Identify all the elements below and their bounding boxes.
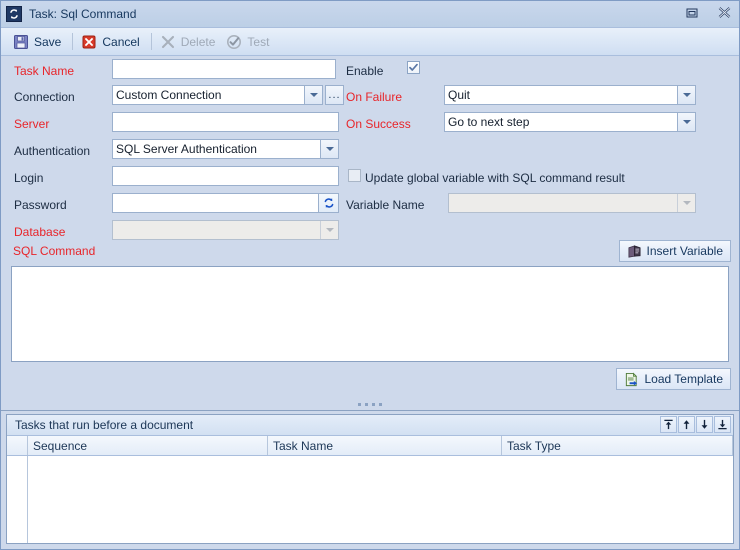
authentication-value: SQL Server Authentication (116, 142, 257, 156)
pre-document-tasks-grid: Tasks that run before a document Sequenc… (6, 414, 734, 544)
load-template-button[interactable]: Load Template (616, 368, 731, 390)
grid-header-row: Sequence Task Name Task Type (7, 436, 733, 456)
move-to-top-button[interactable] (660, 416, 677, 433)
sync-arrows-icon (6, 6, 22, 22)
dialog-body: Task Name Connection Custom Connection .… (1, 56, 739, 549)
connection-browse-button[interactable]: ... (325, 85, 344, 105)
toolbar-separator (150, 33, 152, 50)
update-global-variable-label: Update global variable with SQL command … (365, 171, 625, 185)
chevron-down-icon[interactable] (677, 86, 695, 104)
insert-variable-button[interactable]: Insert Variable (618, 240, 731, 262)
variable-name-combo[interactable] (448, 193, 696, 213)
test-button: Test (222, 31, 276, 52)
splitter-dot (365, 402, 368, 406)
on-failure-label: On Failure (346, 90, 403, 104)
delete-button: Delete (156, 31, 223, 52)
enable-label: Enable (346, 64, 384, 78)
splitter-dot (372, 402, 375, 406)
move-up-button[interactable] (678, 416, 695, 433)
title-bar: Task: Sql Command (1, 1, 739, 27)
load-template-icon (626, 372, 638, 386)
check-icon (409, 63, 418, 71)
move-down-button[interactable] (696, 416, 713, 433)
floppy-disk-icon (14, 34, 28, 49)
toolbar: Save Cancel Delete Test (1, 27, 739, 56)
refresh-icon[interactable] (318, 194, 338, 212)
login-label: Login (14, 171, 44, 185)
server-label: Server (14, 117, 50, 131)
enable-checkbox[interactable] (407, 61, 420, 74)
task-name-field[interactable] (113, 60, 335, 78)
connection-label: Connection (14, 90, 75, 104)
on-success-combo[interactable]: Go to next step (444, 112, 696, 132)
chevron-down-icon[interactable] (677, 194, 695, 212)
on-failure-combo[interactable]: Quit (444, 85, 696, 105)
close-icon[interactable] (715, 4, 733, 21)
password-input[interactable] (112, 193, 339, 213)
splitter-handle[interactable] (1, 398, 739, 411)
grid-row-gutter (7, 456, 28, 543)
column-header-task-name[interactable]: Task Name (268, 436, 502, 455)
on-success-value: Go to next step (448, 115, 530, 129)
test-label: Test (247, 34, 270, 49)
authentication-combo[interactable]: SQL Server Authentication (112, 139, 339, 159)
insert-variable-label: Insert Variable (646, 244, 723, 258)
window-title: Task: Sql Command (29, 7, 137, 21)
sql-command-textarea[interactable] (11, 266, 729, 362)
task-name-label: Task Name (14, 64, 75, 78)
delete-label: Delete (180, 34, 216, 49)
grid-order-tools (660, 416, 731, 433)
red-x-icon (82, 35, 96, 48)
restore-button[interactable] (683, 4, 701, 21)
window-controls (683, 4, 733, 21)
grid-title-label: Tasks that run before a document (15, 418, 194, 432)
sql-command-area (1, 266, 739, 362)
toolbar-separator (72, 33, 74, 50)
connection-value: Custom Connection (116, 88, 222, 102)
grid-corner-cell (7, 436, 28, 455)
variable-name-value (449, 194, 677, 212)
on-failure-value: Quit (448, 88, 471, 102)
grid-title-bar: Tasks that run before a document (7, 415, 733, 436)
login-input[interactable] (112, 166, 339, 186)
grid-body[interactable] (7, 456, 733, 543)
cancel-button[interactable]: Cancel (77, 31, 146, 52)
login-field[interactable] (113, 167, 338, 185)
variable-name-label: Variable Name (346, 198, 425, 212)
save-label: Save (34, 34, 62, 49)
task-dialog-window: Task: Sql Command Save Cancel Delete Tes… (0, 0, 740, 550)
splitter-dot (379, 402, 382, 406)
template-area: Load Template (1, 362, 739, 398)
form-area: Task Name Connection Custom Connection .… (1, 56, 739, 240)
password-field[interactable] (113, 194, 318, 212)
load-template-label: Load Template (644, 372, 723, 386)
chevron-down-icon[interactable] (677, 113, 695, 131)
chevron-down-icon[interactable] (320, 140, 338, 158)
authentication-label: Authentication (14, 144, 91, 158)
sql-command-label: SQL Command (13, 244, 96, 258)
gray-x-icon (161, 35, 174, 48)
password-label: Password (14, 198, 67, 212)
save-button[interactable]: Save (9, 31, 68, 52)
check-circle-icon (227, 34, 242, 49)
move-to-bottom-button[interactable] (714, 416, 731, 433)
insert-variable-icon (628, 244, 641, 258)
server-input[interactable] (112, 112, 339, 132)
cancel-label: Cancel (102, 34, 140, 49)
splitter-dot (358, 402, 361, 406)
sql-command-header: SQL Command Insert Variable (1, 236, 739, 266)
task-name-input[interactable] (112, 59, 336, 79)
server-field[interactable] (113, 113, 338, 131)
column-header-sequence[interactable]: Sequence (28, 436, 268, 455)
update-global-variable-checkbox[interactable] (348, 169, 361, 182)
column-header-task-type[interactable]: Task Type (502, 436, 733, 455)
on-success-label: On Success (346, 117, 411, 131)
chevron-down-icon[interactable] (304, 86, 322, 104)
connection-combo[interactable]: Custom Connection (112, 85, 323, 105)
